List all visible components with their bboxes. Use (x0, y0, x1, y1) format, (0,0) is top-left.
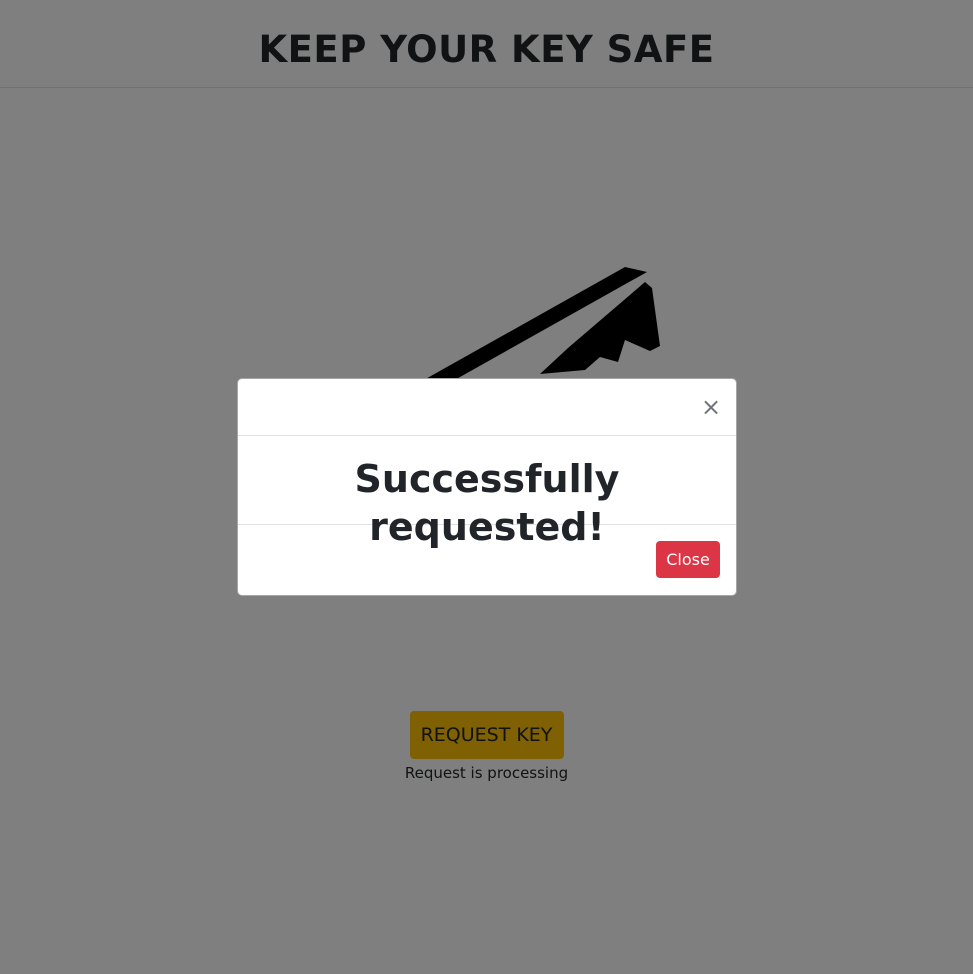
close-button[interactable]: Close (656, 541, 720, 578)
modal-footer: Close (238, 525, 736, 595)
modal-header: × (238, 379, 736, 436)
modal-body: Successfully requested! (238, 436, 736, 549)
success-modal: × Successfully requested! Close (237, 378, 737, 596)
close-icon[interactable]: × (700, 395, 722, 419)
